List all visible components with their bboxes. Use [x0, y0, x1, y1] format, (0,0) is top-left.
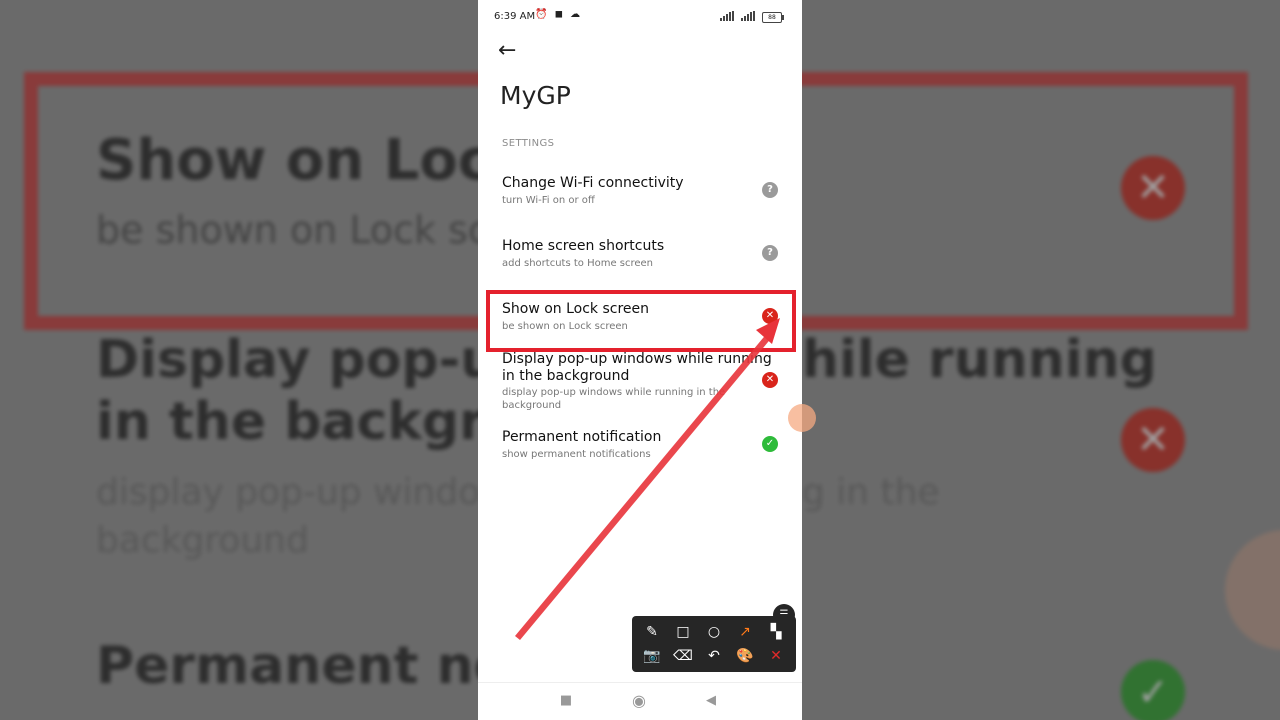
status-bar: 6:39 AM ⏰ ◼ ☁ 88	[478, 0, 802, 36]
circle-icon[interactable]: ○	[703, 621, 725, 643]
brush-icon[interactable]: ✎	[641, 621, 663, 643]
signal-icon	[720, 11, 736, 21]
question-icon[interactable]: ?	[762, 182, 778, 198]
home-button[interactable]: ◉	[629, 691, 649, 711]
setting-title: Home screen shortcuts	[502, 238, 665, 254]
back-button[interactable]: ◀	[701, 691, 721, 711]
status-time: 6:39 AM	[494, 11, 536, 22]
palette-icon[interactable]: 🎨	[734, 645, 756, 667]
rectangle-icon[interactable]: □	[672, 621, 694, 643]
back-arrow-icon[interactable]: ←	[498, 38, 522, 64]
annotation-toolbar: ✎ □ ○ ↗ ▚ 📷 ⌫ ↶ 🎨 ✕	[632, 616, 796, 672]
eraser-icon[interactable]: ⌫	[672, 645, 694, 667]
close-icon[interactable]: ✕	[765, 645, 787, 667]
setting-title: Permanent notification	[502, 429, 662, 445]
section-header: SETTINGS	[502, 138, 555, 149]
recents-button[interactable]: ■	[556, 691, 576, 711]
setting-subtitle: background	[502, 400, 562, 411]
arrow-icon[interactable]: ↗	[734, 621, 756, 643]
status-icons: ⏰ ◼ ☁	[535, 9, 583, 20]
check-icon[interactable]: ✓	[762, 436, 778, 452]
setting-subtitle: add shortcuts to Home screen	[502, 258, 654, 269]
setting-subtitle: show permanent notifications	[502, 449, 651, 460]
highlight-box	[486, 290, 796, 352]
setting-title: in the background	[502, 368, 630, 384]
mosaic-icon[interactable]: ▚	[765, 621, 787, 643]
phone-screen: 6:39 AM ⏰ ◼ ☁ 88 ← MyGP SETTINGS Change …	[478, 0, 802, 720]
undo-icon[interactable]: ↶	[703, 645, 725, 667]
navigation-bar: ■ ◉ ◀	[478, 682, 802, 720]
setting-item-home-shortcuts[interactable]: Home screen shortcuts add shortcuts to H…	[478, 233, 802, 281]
setting-title: Display pop-up windows while running	[502, 351, 772, 367]
touch-indicator	[788, 404, 816, 432]
setting-item-popup-windows[interactable]: Display pop-up windows while running in …	[478, 346, 802, 414]
signal-icon	[741, 11, 757, 21]
page-title: MyGP	[500, 81, 571, 110]
question-icon[interactable]: ?	[762, 245, 778, 261]
setting-item-wifi[interactable]: Change Wi-Fi connectivity turn Wi-Fi on …	[478, 170, 802, 218]
setting-title: Change Wi-Fi connectivity	[502, 175, 684, 191]
setting-item-permanent-notification[interactable]: Permanent notification show permanent no…	[478, 424, 802, 472]
battery-icon: 88	[762, 12, 784, 23]
setting-subtitle: turn Wi-Fi on or off	[502, 195, 595, 206]
camera-icon[interactable]: 📷	[641, 645, 663, 667]
setting-subtitle: display pop-up windows while running in …	[502, 387, 726, 398]
close-icon[interactable]: ✕	[762, 372, 778, 388]
